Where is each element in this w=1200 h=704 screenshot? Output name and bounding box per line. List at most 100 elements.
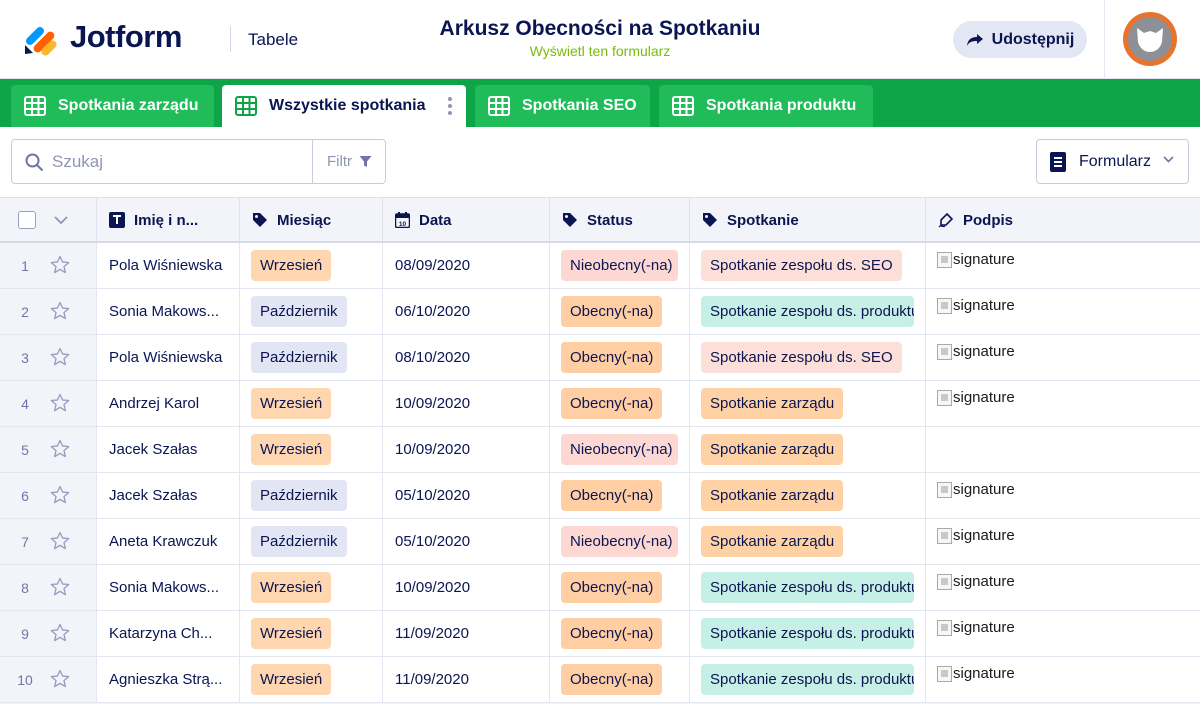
chevron-down-icon[interactable] — [54, 216, 68, 224]
star-icon[interactable] — [50, 439, 70, 464]
date-cell[interactable]: 11/09/2020 — [383, 611, 550, 656]
signature-image[interactable]: signature — [937, 481, 1015, 498]
table-row[interactable]: 7 Aneta Krawczuk Październik 05/10/2020 … — [0, 519, 1200, 565]
star-icon[interactable] — [50, 531, 70, 556]
signature-cell[interactable]: signature — [926, 243, 1200, 288]
meeting-cell[interactable]: Spotkanie zespołu ds. produktu — [690, 289, 926, 334]
month-cell[interactable]: Wrzesień — [240, 427, 383, 472]
star-icon[interactable] — [50, 347, 70, 372]
tab-spotkania-produktu[interactable]: Spotkania produktu — [659, 85, 873, 127]
meeting-cell[interactable]: Spotkanie zespołu ds. produktu — [690, 565, 926, 610]
signature-cell[interactable] — [926, 427, 1200, 472]
month-cell[interactable]: Wrzesień — [240, 381, 383, 426]
signature-cell[interactable]: signature — [926, 519, 1200, 564]
signature-image[interactable]: signature — [937, 527, 1015, 544]
name-cell[interactable]: Agnieszka Strą... — [97, 657, 240, 702]
table-row[interactable]: 4 Andrzej Karol Wrzesień 10/09/2020 Obec… — [0, 381, 1200, 427]
name-cell[interactable]: Jacek Szałas — [97, 473, 240, 518]
signature-image[interactable]: signature — [937, 343, 1015, 360]
tab-spotkania-zarzadu[interactable]: Spotkania zarządu — [11, 85, 214, 127]
column-header-date[interactable]: 10 Data — [383, 198, 550, 242]
meeting-cell[interactable]: Spotkanie zarządu — [690, 427, 926, 472]
avatar[interactable] — [1123, 12, 1177, 66]
status-cell[interactable]: Obecny(-na) — [550, 289, 690, 334]
signature-image[interactable]: signature — [937, 389, 1015, 406]
column-header-meeting[interactable]: Spotkanie — [690, 198, 926, 242]
date-cell[interactable]: 05/10/2020 — [383, 519, 550, 564]
page-title-text[interactable]: Arkusz Obecności na Spotkaniu — [440, 17, 761, 40]
status-cell[interactable]: Obecny(-na) — [550, 381, 690, 426]
signature-cell[interactable]: signature — [926, 289, 1200, 334]
status-cell[interactable]: Obecny(-na) — [550, 657, 690, 702]
column-header-signature[interactable]: Podpis — [926, 198, 1200, 242]
name-cell[interactable]: Sonia Makows... — [97, 289, 240, 334]
month-cell[interactable]: Październik — [240, 519, 383, 564]
meeting-cell[interactable]: Spotkanie zespołu ds. produktu — [690, 657, 926, 702]
table-row[interactable]: 3 Pola Wiśniewska Październik 08/10/2020… — [0, 335, 1200, 381]
name-cell[interactable]: Jacek Szałas — [97, 427, 240, 472]
filter-button[interactable]: Filtr — [312, 140, 386, 183]
meeting-cell[interactable]: Spotkanie zarządu — [690, 381, 926, 426]
date-cell[interactable]: 10/09/2020 — [383, 427, 550, 472]
date-cell[interactable]: 08/09/2020 — [383, 243, 550, 288]
meeting-cell[interactable]: Spotkanie zespołu ds. SEO — [690, 335, 926, 380]
status-cell[interactable]: Obecny(-na) — [550, 335, 690, 380]
star-icon[interactable] — [50, 255, 70, 280]
table-row[interactable]: 8 Sonia Makows... Wrzesień 10/09/2020 Ob… — [0, 565, 1200, 611]
meeting-cell[interactable]: Spotkanie zespołu ds. SEO — [690, 243, 926, 288]
month-cell[interactable]: Wrzesień — [240, 611, 383, 656]
star-icon[interactable] — [50, 485, 70, 510]
month-cell[interactable]: Wrzesień — [240, 565, 383, 610]
column-header-status[interactable]: Status — [550, 198, 690, 242]
signature-image[interactable]: signature — [937, 619, 1015, 636]
signature-cell[interactable]: signature — [926, 381, 1200, 426]
signature-cell[interactable]: signature — [926, 657, 1200, 702]
month-cell[interactable]: Październik — [240, 335, 383, 380]
meeting-cell[interactable]: Spotkanie zespołu ds. produktu — [690, 611, 926, 656]
date-cell[interactable]: 10/09/2020 — [383, 565, 550, 610]
signature-image[interactable]: signature — [937, 665, 1015, 682]
date-cell[interactable]: 10/09/2020 — [383, 381, 550, 426]
select-all-checkbox[interactable] — [18, 211, 36, 229]
signature-image[interactable]: signature — [937, 251, 1015, 268]
status-cell[interactable]: Obecny(-na) — [550, 473, 690, 518]
table-row[interactable]: 2 Sonia Makows... Październik 06/10/2020… — [0, 289, 1200, 335]
star-icon[interactable] — [50, 301, 70, 326]
status-cell[interactable]: Nieobecny(-na) — [550, 427, 690, 472]
date-cell[interactable]: 08/10/2020 — [383, 335, 550, 380]
tab-spotkania-seo[interactable]: Spotkania SEO — [475, 85, 650, 127]
signature-image[interactable]: signature — [937, 297, 1015, 314]
share-button[interactable]: Udostępnij — [953, 21, 1087, 58]
status-cell[interactable]: Obecny(-na) — [550, 611, 690, 656]
star-icon[interactable] — [50, 577, 70, 602]
signature-cell[interactable]: signature — [926, 335, 1200, 380]
signature-cell[interactable]: signature — [926, 473, 1200, 518]
signature-image[interactable]: signature — [937, 573, 1015, 590]
search-input[interactable] — [52, 140, 314, 183]
date-cell[interactable]: 11/09/2020 — [383, 657, 550, 702]
status-cell[interactable]: Obecny(-na) — [550, 565, 690, 610]
table-row[interactable]: 6 Jacek Szałas Październik 05/10/2020 Ob… — [0, 473, 1200, 519]
name-cell[interactable]: Andrzej Karol — [97, 381, 240, 426]
more-options-icon[interactable] — [448, 96, 452, 116]
month-cell[interactable]: Wrzesień — [240, 657, 383, 702]
signature-cell[interactable]: signature — [926, 611, 1200, 656]
name-cell[interactable]: Pola Wiśniewska — [97, 335, 240, 380]
column-header-month[interactable]: Miesiąc — [240, 198, 383, 242]
name-cell[interactable]: Aneta Krawczuk — [97, 519, 240, 564]
form-button[interactable]: Formularz — [1036, 139, 1189, 184]
month-cell[interactable]: Październik — [240, 289, 383, 334]
table-row[interactable]: 1 Pola Wiśniewska Wrzesień 08/09/2020 Ni… — [0, 243, 1200, 289]
name-cell[interactable]: Pola Wiśniewska — [97, 243, 240, 288]
view-form-link-text[interactable]: Wyświetl ten formularz — [530, 43, 671, 59]
tab-wszystkie-spotkania[interactable]: Wszystkie spotkania — [222, 85, 466, 127]
signature-cell[interactable]: signature — [926, 565, 1200, 610]
meeting-cell[interactable]: Spotkanie zarządu — [690, 519, 926, 564]
month-cell[interactable]: Wrzesień — [240, 243, 383, 288]
column-header-name[interactable]: Imię i n... — [97, 198, 240, 242]
star-icon[interactable] — [50, 669, 70, 694]
meeting-cell[interactable]: Spotkanie zarządu — [690, 473, 926, 518]
status-cell[interactable]: Nieobecny(-na) — [550, 243, 690, 288]
name-cell[interactable]: Katarzyna Ch... — [97, 611, 240, 656]
status-cell[interactable]: Nieobecny(-na) — [550, 519, 690, 564]
